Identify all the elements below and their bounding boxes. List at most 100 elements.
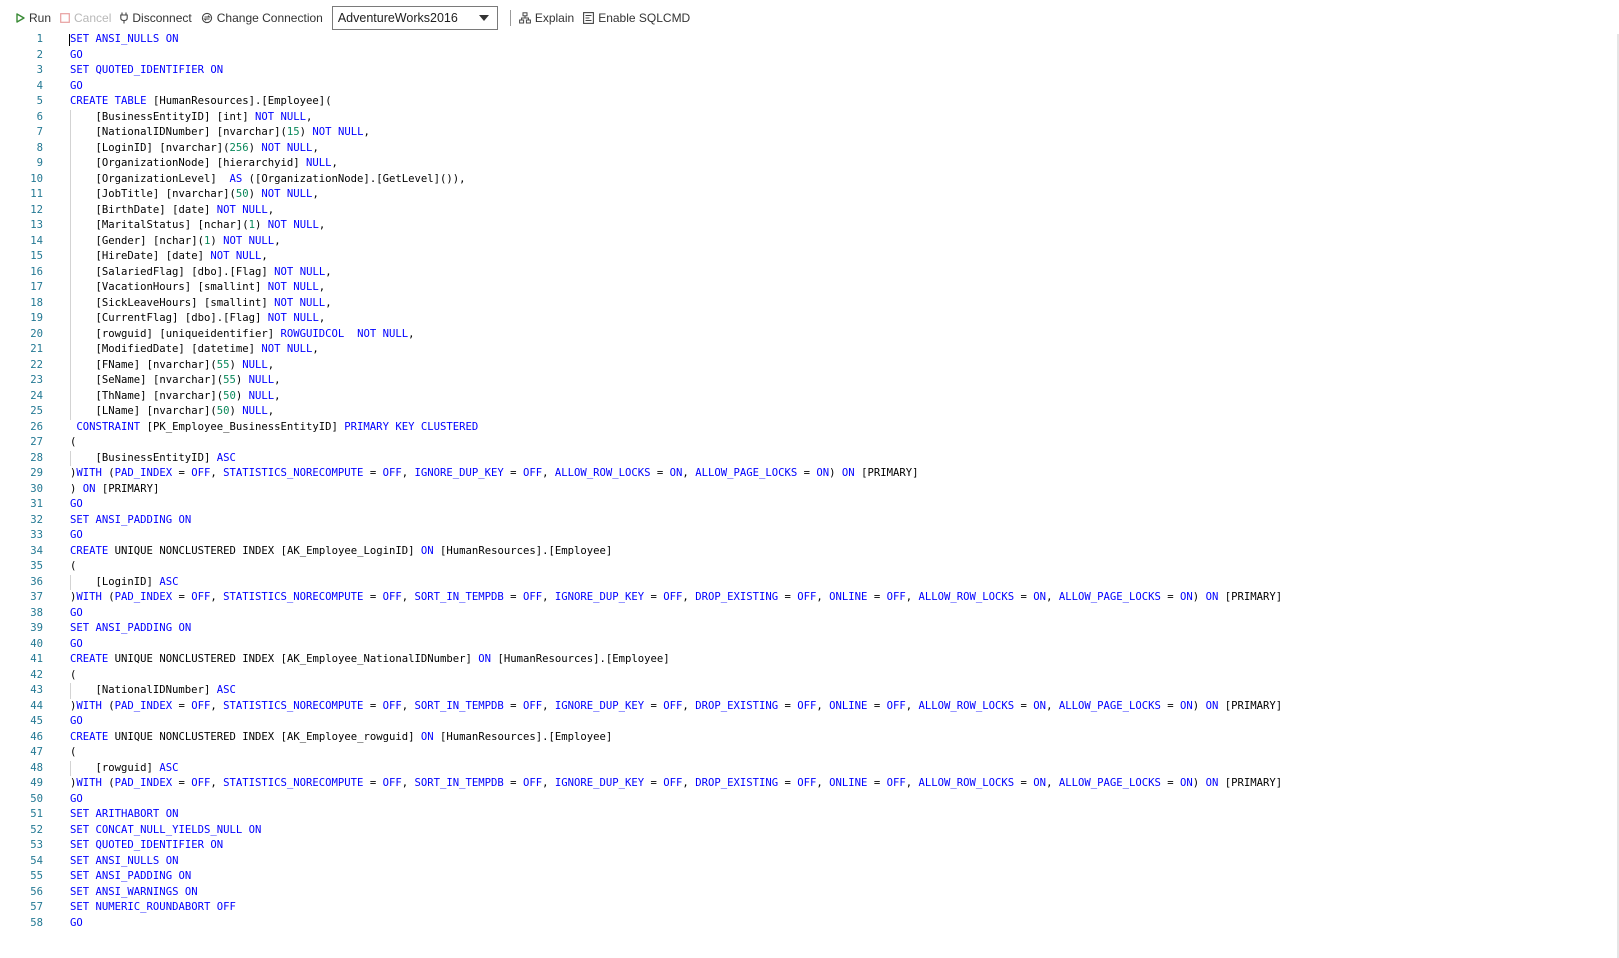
code-text: GO bbox=[70, 606, 83, 619]
code-line[interactable]: 20 [rowguid] [uniqueidentifier] ROWGUIDC… bbox=[0, 327, 1619, 343]
code-line[interactable]: 27 ( bbox=[0, 435, 1619, 451]
code-line[interactable]: 3 SET QUOTED_IDENTIFIER ON bbox=[0, 63, 1619, 79]
code-text: [rowguid] ASC bbox=[95, 761, 179, 774]
code-text: )WITH (PAD_INDEX = OFF, STATISTICS_NOREC… bbox=[70, 591, 1283, 603]
code-text: CONSTRAINT [PK_Employee_BusinessEntityID… bbox=[76, 420, 479, 433]
line-number: 35 bbox=[30, 560, 43, 572]
code-line[interactable]: 57 SET NUMERIC_ROUNDABORT OFF bbox=[0, 900, 1619, 916]
line-number: 30 bbox=[30, 482, 43, 495]
line-number: 55 bbox=[30, 870, 43, 882]
run-button[interactable]: Run bbox=[16, 7, 51, 29]
code-line[interactable]: 46 CREATE UNIQUE NONCLUSTERED INDEX [AK_E… bbox=[0, 730, 1619, 746]
code-line[interactable]: 58 GO bbox=[0, 916, 1619, 932]
cancel-button[interactable]: Cancel bbox=[60, 7, 111, 29]
code-line[interactable]: 41 CREATE UNIQUE NONCLUSTERED INDEX [AK_E… bbox=[0, 652, 1619, 668]
code-text: [LoginID] ASC bbox=[95, 575, 179, 588]
code-text: [VacationHours] [smallint] NOT NULL, bbox=[95, 281, 326, 293]
code-line[interactable]: 16 [SalariedFlag] [dbo].[Flag] NOT NULL, bbox=[0, 265, 1619, 281]
code-line[interactable]: 23 [SeName] [nvarchar](55) NULL, bbox=[0, 373, 1619, 389]
code-line[interactable]: 31 GO bbox=[0, 497, 1619, 513]
code-line[interactable]: 48 [rowguid] ASC bbox=[0, 761, 1619, 777]
enable-sqlcmd-button[interactable]: Enable SQLCMD bbox=[583, 7, 690, 29]
code-line[interactable]: 13 [MaritalStatus] [nchar](1) NOT NULL, bbox=[0, 218, 1619, 234]
line-number: 43 bbox=[30, 684, 43, 696]
code-line[interactable]: 43 [NationalIDNumber] ASC bbox=[0, 683, 1619, 699]
line-number: 5 bbox=[36, 95, 43, 107]
query-editor[interactable]: 1 SET ANSI_NULLS ON 2 GO 3 SET QUOTED_IDENTIF… bbox=[0, 32, 1619, 958]
code-line[interactable]: 45 GO bbox=[0, 714, 1619, 730]
code-line[interactable]: 26 CONSTRAINT [PK_Employee_BusinessEntit… bbox=[0, 420, 1619, 436]
code-line[interactable]: 24 [ThName] [nvarchar](50) NULL, bbox=[0, 389, 1619, 405]
code-text: GO bbox=[70, 792, 83, 805]
code-line[interactable]: 28 [BusinessEntityID] ASC bbox=[0, 451, 1619, 467]
code-text: SET QUOTED_IDENTIFIER ON bbox=[70, 64, 224, 76]
code-line[interactable]: 52 SET CONCAT_NULL_YIELDS_NULL ON bbox=[0, 823, 1619, 839]
code-line[interactable]: 9 [OrganizationNode] [hierarchyid] NULL, bbox=[0, 156, 1619, 172]
code-line[interactable]: 8 [LoginID] [nvarchar](256) NOT NULL, bbox=[0, 141, 1619, 157]
line-number: 41 bbox=[30, 653, 43, 665]
code-line[interactable]: 19 [CurrentFlag] [dbo].[Flag] NOT NULL, bbox=[0, 311, 1619, 327]
code-line[interactable]: 38 GO bbox=[0, 606, 1619, 622]
code-line[interactable]: 32 SET ANSI_PADDING ON bbox=[0, 513, 1619, 529]
code-line[interactable]: 55 SET ANSI_PADDING ON bbox=[0, 869, 1619, 885]
code-line[interactable]: 47 ( bbox=[0, 745, 1619, 761]
database-select[interactable]: AdventureWorks2016 bbox=[331, 6, 498, 30]
code-line[interactable]: 11 [JobTitle] [nvarchar](50) NOT NULL, bbox=[0, 187, 1619, 203]
change-connection-button[interactable]: Change Connection bbox=[201, 7, 323, 29]
code-line[interactable]: 22 [FName] [nvarchar](55) NULL, bbox=[0, 358, 1619, 374]
code-line[interactable]: 33 GO bbox=[0, 528, 1619, 544]
code-text: [ThName] [nvarchar](50) NULL, bbox=[95, 389, 281, 402]
code-line[interactable]: 44)WITH (PAD_INDEX = OFF, STATISTICS_NOR… bbox=[0, 699, 1619, 715]
code-line[interactable]: 7 [NationalIDNumber] [nvarchar](15) NOT … bbox=[0, 125, 1619, 141]
line-number: 1 bbox=[36, 33, 43, 45]
line-number: 24 bbox=[30, 389, 43, 402]
code-line[interactable]: 12 [BirthDate] [date] NOT NULL, bbox=[0, 203, 1619, 219]
sqlcmd-icon bbox=[583, 12, 595, 24]
code-line[interactable]: 15 [HireDate] [date] NOT NULL, bbox=[0, 249, 1619, 265]
code-line[interactable]: 18 [SickLeaveHours] [smallint] NOT NULL, bbox=[0, 296, 1619, 312]
line-number: 2 bbox=[36, 48, 43, 61]
code-line[interactable]: 17 [VacationHours] [smallint] NOT NULL, bbox=[0, 280, 1619, 296]
code-line[interactable]: 21 [ModifiedDate] [datetime] NOT NULL, bbox=[0, 342, 1619, 358]
code-line[interactable]: 39 SET ANSI_PADDING ON bbox=[0, 621, 1619, 637]
code-text: [ModifiedDate] [datetime] NOT NULL, bbox=[95, 343, 319, 355]
line-number: 28 bbox=[30, 451, 43, 464]
code-line[interactable]: 49)WITH (PAD_INDEX = OFF, STATISTICS_NOR… bbox=[0, 776, 1619, 792]
code-text: [rowguid] [uniqueidentifier] ROWGUIDCOL … bbox=[95, 327, 415, 340]
code-line[interactable]: 5 CREATE TABLE [HumanResources].[Employee… bbox=[0, 94, 1619, 110]
explain-button[interactable]: Explain bbox=[518, 7, 574, 29]
code-line[interactable]: 56 SET ANSI_WARNINGS ON bbox=[0, 885, 1619, 901]
code-text: [LName] [nvarchar](50) NULL, bbox=[95, 405, 275, 417]
code-text: SET QUOTED_IDENTIFIER ON bbox=[70, 839, 224, 851]
code-line[interactable]: 6 [BusinessEntityID] [int] NOT NULL, bbox=[0, 110, 1619, 126]
code-line[interactable]: 53 SET QUOTED_IDENTIFIER ON bbox=[0, 838, 1619, 854]
code-line[interactable]: 2 GO bbox=[0, 48, 1619, 64]
code-line[interactable]: 4 GO bbox=[0, 79, 1619, 95]
code-line[interactable]: 1 SET ANSI_NULLS ON bbox=[0, 32, 1619, 48]
indent-guide bbox=[70, 760, 71, 776]
code-line[interactable]: 50 GO bbox=[0, 792, 1619, 808]
code-text: GO bbox=[70, 498, 83, 510]
code-line[interactable]: 10 [OrganizationLevel] AS ([Organization… bbox=[0, 172, 1619, 188]
code-line[interactable]: 29)WITH (PAD_INDEX = OFF, STATISTICS_NOR… bbox=[0, 466, 1619, 482]
code-line[interactable]: 40 GO bbox=[0, 637, 1619, 653]
code-text: GO bbox=[70, 79, 83, 92]
line-number: 58 bbox=[30, 916, 43, 929]
play-icon bbox=[16, 13, 25, 23]
code-line[interactable]: 34 CREATE UNIQUE NONCLUSTERED INDEX [AK_E… bbox=[0, 544, 1619, 560]
code-line[interactable]: 54 SET ANSI_NULLS ON bbox=[0, 854, 1619, 870]
code-text: GO bbox=[70, 715, 83, 727]
code-line[interactable]: 51 SET ARITHABORT ON bbox=[0, 807, 1619, 823]
disconnect-button[interactable]: Disconnect bbox=[120, 7, 192, 29]
code-line[interactable]: 30) ON [PRIMARY] bbox=[0, 482, 1619, 498]
code-line[interactable]: 25 [LName] [nvarchar](50) NULL, bbox=[0, 404, 1619, 420]
line-number: 21 bbox=[30, 343, 43, 355]
code-line[interactable]: 14 [Gender] [nchar](1) NOT NULL, bbox=[0, 234, 1619, 250]
database-select-value: AdventureWorks2016 bbox=[337, 11, 458, 25]
line-number: 49 bbox=[30, 777, 43, 789]
enable-sqlcmd-label: Enable SQLCMD bbox=[598, 11, 691, 25]
code-line[interactable]: 36 [LoginID] ASC bbox=[0, 575, 1619, 591]
code-line[interactable]: 42 ( bbox=[0, 668, 1619, 684]
code-line[interactable]: 37)WITH (PAD_INDEX = OFF, STATISTICS_NOR… bbox=[0, 590, 1619, 606]
code-line[interactable]: 35 ( bbox=[0, 559, 1619, 575]
